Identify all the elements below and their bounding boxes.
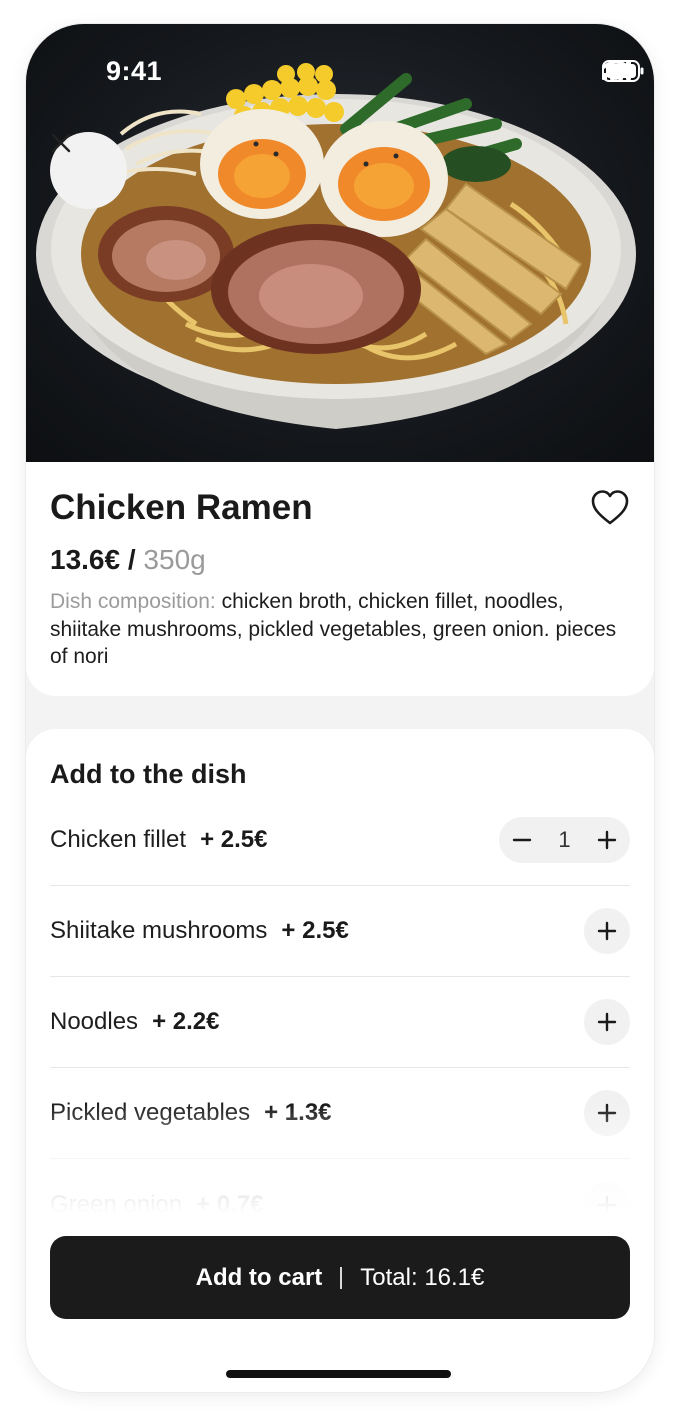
dish-price: 13.6€ (50, 544, 121, 575)
phone-frame: 9:41 Chicken Ramen 13.6€ / 350g Dish com… (26, 24, 654, 1392)
add-to-cart-button[interactable]: Add to cart Total: 16.1€ (50, 1236, 630, 1319)
price-separator: / (127, 544, 144, 575)
quantity-stepper: 1 (499, 817, 630, 863)
option-name: Chicken fillet (50, 826, 187, 853)
dish-weight: 350g (143, 544, 206, 575)
option-name: Shiitake mushrooms (50, 917, 268, 944)
close-icon (51, 133, 71, 153)
heart-outline-icon (591, 490, 629, 525)
add-section-title: Add to the dish (50, 759, 247, 789)
add-option-button[interactable] (584, 1090, 630, 1136)
status-time: 9:41 (106, 56, 163, 86)
option-row-pickled-vegetables: Pickled vegetables + 1.3€ (50, 1068, 630, 1159)
option-price: + 2.2€ (152, 1008, 220, 1035)
minus-icon (512, 838, 532, 842)
battery-icon (602, 60, 644, 82)
option-price: + 2.5€ (200, 826, 268, 853)
decrement-button[interactable] (511, 829, 533, 851)
option-price: + 2.5€ (281, 917, 349, 944)
increment-button[interactable] (596, 829, 618, 851)
composition-label: Dish composition: (50, 590, 216, 613)
option-label: Shiitake mushrooms + 2.5€ (50, 917, 349, 945)
plus-icon (597, 921, 617, 941)
add-to-cart-label: Add to cart (195, 1263, 323, 1291)
option-name: Pickled vegetables (50, 1099, 251, 1126)
close-button[interactable] (50, 132, 127, 209)
favorite-button[interactable] (590, 488, 630, 528)
add-option-button[interactable] (584, 999, 630, 1045)
option-label: Chicken fillet + 2.5€ (50, 826, 267, 854)
bottom-action-bar: Add to cart Total: 16.1€ (26, 1212, 654, 1392)
home-indicator (226, 1370, 451, 1378)
option-row-chicken-fillet: Chicken fillet + 2.5€ 1 (50, 795, 630, 886)
option-name: Noodles (50, 1008, 139, 1035)
dish-title: Chicken Ramen (50, 488, 313, 527)
cart-total: Total: 16.1€ (360, 1263, 485, 1291)
option-row-noodles: Noodles + 2.2€ (50, 977, 630, 1068)
quantity-value: 1 (558, 827, 571, 852)
plus-icon (597, 830, 617, 850)
option-price: + 1.3€ (264, 1099, 332, 1126)
option-row-shiitake-mushrooms: Shiitake mushrooms + 2.5€ (50, 886, 630, 977)
plus-icon (597, 1012, 617, 1032)
option-label: Noodles + 2.2€ (50, 1008, 219, 1036)
option-label: Pickled vegetables + 1.3€ (50, 1099, 332, 1127)
price-line: 13.6€ / 350g (50, 542, 630, 578)
plus-icon (597, 1103, 617, 1123)
dish-composition: Dish composition: chicken broth, chicken… (50, 588, 620, 671)
status-bar: 9:41 (26, 24, 654, 120)
add-option-button[interactable] (584, 908, 630, 954)
dish-photo: 9:41 (26, 24, 654, 462)
dish-info-card: Chicken Ramen 13.6€ / 350g Dish composit… (26, 462, 654, 696)
button-divider (340, 1266, 343, 1289)
